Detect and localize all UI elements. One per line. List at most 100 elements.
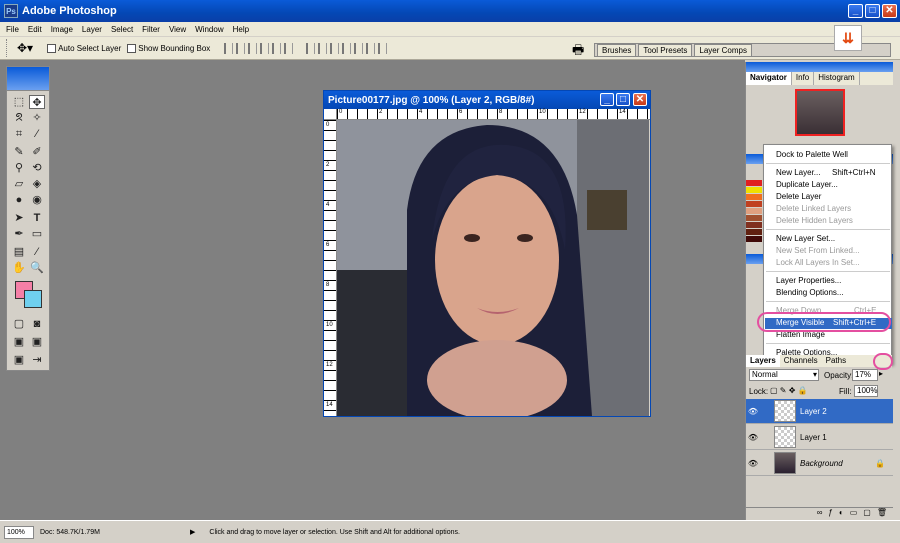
ruler-origin[interactable] (324, 109, 337, 120)
horizontal-ruler[interactable]: 0 2 4 6 8 10 12 14 (337, 109, 650, 120)
new-set-icon[interactable]: ▭ (850, 508, 858, 519)
doc-size[interactable]: Doc: 548.7K/1.79M (40, 529, 190, 536)
screen-mode-2-icon[interactable]: ▣ (29, 335, 45, 349)
notes-tool-icon[interactable]: ▤ (11, 245, 27, 259)
tab-navigator[interactable]: Navigator (746, 72, 792, 85)
palette-tab-brushes[interactable]: Brushes (597, 44, 637, 56)
jump-to-imageready-icon[interactable]: ⇥ (29, 353, 45, 367)
lasso-tool-icon[interactable]: ᘝ (11, 111, 27, 125)
status-arrow-icon[interactable]: ▶ (190, 528, 195, 536)
swatch[interactable] (746, 215, 762, 221)
palette-tab-layer-comps[interactable]: Layer Comps (694, 44, 752, 56)
new-layer-icon[interactable]: ▢ (863, 508, 871, 519)
swatch[interactable] (746, 236, 762, 242)
photo-canvas[interactable] (337, 120, 649, 416)
link-icon[interactable]: ∞ (817, 508, 823, 519)
background-color-swatch[interactable] (24, 290, 42, 308)
fill-field[interactable]: 100% (854, 385, 878, 397)
swatch[interactable] (746, 180, 762, 186)
menu-layer[interactable]: Layer (82, 25, 102, 34)
close-button[interactable]: ✕ (882, 4, 897, 18)
swatch[interactable] (746, 222, 762, 228)
swatch[interactable] (746, 208, 762, 214)
doc-close-button[interactable]: ✕ (633, 93, 647, 106)
hand-tool-icon[interactable]: ✋ (11, 261, 27, 275)
palette-tab-tool-presets[interactable]: Tool Presets (638, 44, 693, 56)
lock-icons[interactable]: ▢ ✎ ✥ 🔒 (770, 386, 808, 395)
options-grip[interactable] (6, 39, 9, 57)
menu-window[interactable]: Window (195, 25, 223, 34)
tab-channels[interactable]: Channels (780, 355, 822, 367)
menu-item-dock[interactable]: Dock to Palette Well (776, 150, 848, 161)
swatch[interactable] (746, 229, 762, 235)
screen-mode-3-icon[interactable]: ▣ (11, 353, 27, 367)
go-to-imageready-icon[interactable]: ⇊ (834, 25, 862, 51)
trash-icon[interactable]: 🗑 (877, 508, 887, 519)
minimize-button[interactable]: _ (848, 4, 863, 18)
tab-info[interactable]: Info (792, 72, 815, 85)
layer-style-icon[interactable]: ƒ (828, 508, 832, 519)
layer-row[interactable]: 👁 Layer 2 (746, 399, 893, 424)
path-select-icon[interactable]: ➤ (11, 211, 27, 225)
slice-tool-icon[interactable]: ⁄ (29, 127, 45, 141)
menu-item-new-layer-set[interactable]: New Layer Set... (776, 234, 835, 245)
menu-image[interactable]: Image (51, 25, 73, 34)
crop-tool-icon[interactable]: ⌗ (11, 127, 27, 141)
auto-select-checkbox[interactable]: Auto Select Layer (47, 43, 121, 53)
menu-item-blending-options[interactable]: Blending Options... (776, 288, 844, 299)
tab-paths[interactable]: Paths (822, 355, 850, 367)
screen-mode-1-icon[interactable]: ▣ (11, 335, 27, 349)
swatch[interactable] (746, 187, 762, 193)
align-icons[interactable] (224, 42, 296, 54)
clone-stamp-icon[interactable]: ⚲ (11, 161, 27, 175)
toolbox-header[interactable] (7, 67, 49, 91)
blend-mode-select[interactable]: Normal ▾ (749, 369, 819, 381)
navigator-palette-header[interactable] (746, 62, 893, 72)
swatch[interactable] (746, 201, 762, 207)
menu-file[interactable]: File (6, 25, 19, 34)
marquee-tool-icon[interactable]: ⬚ (11, 95, 27, 109)
tab-layers[interactable]: Layers (746, 355, 780, 367)
history-brush-icon[interactable]: ⟲ (29, 161, 45, 175)
type-tool-icon[interactable]: T (29, 211, 45, 225)
menu-item-duplicate-layer[interactable]: Duplicate Layer... (776, 180, 838, 191)
swatch[interactable] (746, 194, 762, 200)
visibility-eye-icon[interactable]: 👁 (746, 407, 760, 416)
doc-maximize-button[interactable]: □ (616, 93, 630, 106)
tab-histogram[interactable]: Histogram (814, 72, 860, 85)
menu-help[interactable]: Help (233, 25, 249, 34)
menu-filter[interactable]: Filter (142, 25, 160, 34)
vertical-ruler[interactable]: 0 2 4 6 8 10 12 14 (324, 120, 337, 416)
move-tool-icon[interactable]: ✥▾ (17, 41, 33, 55)
eraser-tool-icon[interactable]: ▱ (11, 177, 27, 191)
layer-row[interactable]: 👁 Layer 1 (746, 425, 893, 450)
magic-wand-icon[interactable]: ✧ (29, 111, 45, 125)
menu-view[interactable]: View (169, 25, 186, 34)
paint-bucket-icon[interactable]: ◈ (29, 177, 45, 191)
bounding-box-checkbox[interactable]: Show Bounding Box (127, 43, 210, 53)
dodge-tool-icon[interactable]: ◉ (29, 193, 45, 207)
quick-mask-icon[interactable]: ◙ (29, 317, 45, 331)
navigator-thumbnail[interactable] (795, 89, 845, 136)
eyedropper-icon[interactable]: ⁄ (29, 245, 45, 259)
blur-tool-icon[interactable]: ● (11, 193, 27, 207)
healing-brush-icon[interactable]: ✎ (11, 145, 27, 159)
zoom-tool-icon[interactable]: 🔍 (29, 261, 45, 275)
doc-minimize-button[interactable]: _ (600, 93, 614, 106)
standard-mode-icon[interactable]: ▢ (11, 317, 27, 331)
menu-select[interactable]: Select (111, 25, 133, 34)
maximize-button[interactable]: □ (865, 4, 880, 18)
move-tool-icon[interactable]: ✥ (29, 95, 45, 109)
pen-tool-icon[interactable]: ✒ (11, 227, 27, 241)
zoom-field[interactable]: 100% (4, 525, 34, 539)
layer-row[interactable]: 👁 Background 🔒 (746, 451, 893, 476)
menu-edit[interactable]: Edit (28, 25, 42, 34)
visibility-eye-icon[interactable]: 👁 (746, 459, 760, 468)
opacity-field[interactable]: 17% (852, 369, 878, 381)
document-title-bar[interactable]: Picture00177.jpg @ 100% (Layer 2, RGB/8#… (324, 91, 650, 109)
menu-item-delete-layer[interactable]: Delete Layer (776, 192, 821, 203)
menu-item-layer-properties[interactable]: Layer Properties... (776, 276, 841, 287)
mask-icon[interactable]: ◐ (839, 508, 844, 519)
opacity-slider-arrow-icon[interactable]: ▸ (879, 369, 883, 378)
visibility-eye-icon[interactable]: 👁 (746, 433, 760, 442)
